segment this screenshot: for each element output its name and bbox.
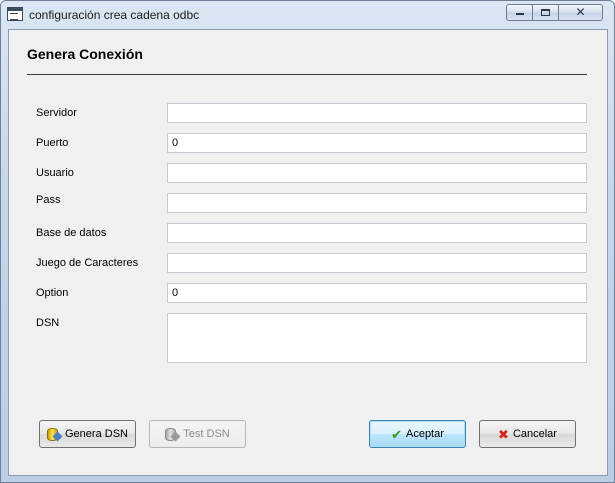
title-bar[interactable]: configuración crea cadena odbc ✕	[1, 1, 614, 29]
maximize-icon	[541, 8, 550, 16]
pass-input[interactable]	[167, 193, 587, 213]
cancelar-button[interactable]: ✖ Cancelar	[479, 420, 576, 448]
pass-label: Pass	[36, 194, 61, 206]
juego-caracteres-input[interactable]	[167, 253, 587, 273]
usuario-input[interactable]	[167, 163, 587, 183]
minimize-button[interactable]	[506, 4, 533, 21]
database-test-icon	[165, 426, 181, 442]
base-datos-input[interactable]	[167, 223, 587, 243]
minimize-icon	[515, 13, 524, 16]
dialog-window: configuración crea cadena odbc ✕ Genera …	[0, 0, 615, 483]
database-edit-icon	[47, 426, 63, 442]
servidor-label: Servidor	[36, 107, 77, 119]
genera-dsn-label: Genera DSN	[65, 428, 128, 440]
base-datos-label: Base de datos	[36, 227, 107, 239]
juego-caracteres-label: Juego de Caracteres	[36, 257, 139, 269]
cancelar-label: Cancelar	[512, 428, 557, 440]
dsn-label: DSN	[36, 317, 60, 329]
usuario-label: Usuario	[36, 167, 74, 179]
test-dsn-button[interactable]: Test DSN	[149, 420, 246, 448]
app-window-icon	[7, 7, 23, 21]
genera-dsn-button[interactable]: Genera DSN	[39, 420, 136, 448]
header-divider	[27, 74, 587, 75]
aceptar-button[interactable]: ✔ Aceptar	[369, 420, 466, 448]
servidor-input[interactable]	[167, 103, 587, 123]
close-icon: ✕	[575, 5, 586, 19]
close-button[interactable]: ✕	[558, 4, 603, 21]
page-title: Genera Conexión	[27, 46, 143, 62]
dialog-content: Genera Conexión Servidor Puerto Usuario …	[8, 29, 608, 476]
dsn-textarea[interactable]	[167, 313, 587, 363]
cancel-x-icon: ✖	[498, 426, 509, 442]
test-dsn-label: Test DSN	[183, 428, 230, 440]
puerto-label: Puerto	[36, 137, 69, 149]
option-input[interactable]	[167, 283, 587, 303]
maximize-button[interactable]	[532, 4, 559, 21]
window-title: configuración crea cadena odbc	[29, 8, 200, 22]
check-icon: ✔	[391, 426, 402, 442]
option-label: Option	[36, 287, 69, 299]
puerto-input[interactable]	[167, 133, 587, 153]
aceptar-label: Aceptar	[405, 428, 444, 440]
